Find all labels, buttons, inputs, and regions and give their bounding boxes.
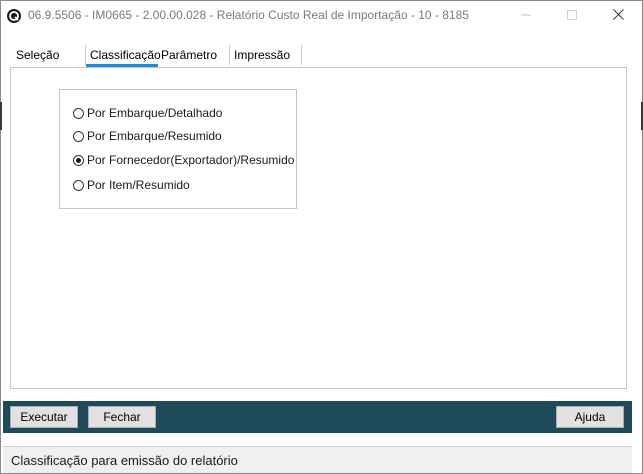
execute-button[interactable]: Executar [10,406,78,428]
radio-label: Por Embarque/Resumido [87,129,222,143]
tab-impressao[interactable]: Impressão [234,45,290,66]
tab-divider [229,45,230,65]
minimize-button[interactable] [503,1,549,31]
radio-button[interactable] [73,107,84,119]
tab-parametro[interactable]: Parâmetro [161,45,217,66]
tab-divider [301,45,302,65]
app-logo-icon [6,8,22,24]
help-button[interactable]: Ajuda [556,406,624,428]
title-bar[interactable]: 06.9.5506 - IM0665 - 2.00.00.028 - Relat… [1,1,642,31]
radio-button[interactable] [73,179,84,191]
status-bar: Classificação para emissão do relatório [3,446,632,473]
minimize-icon [521,7,531,25]
maximize-button[interactable] [549,1,595,31]
tab-divider [85,45,86,65]
radio-option-embarque-resumido[interactable]: Por Embarque/Resumido [73,127,222,145]
close-button[interactable] [595,1,641,31]
close-icon [612,7,624,25]
window-edge-marker [0,102,2,130]
radio-label: Por Fornecedor(Exportador)/Resumido [87,153,295,167]
status-text: Classificação para emissão do relatório [11,453,238,468]
maximize-icon [567,7,577,25]
radio-option-item-resumido[interactable]: Por Item/Resumido [73,176,190,194]
radio-option-embarque-detalhado[interactable]: Por Embarque/Detalhado [73,104,222,122]
radio-button-selected[interactable] [73,154,84,166]
dialog-window: 06.9.5506 - IM0665 - 2.00.00.028 - Relat… [0,0,643,474]
tab-classificacao[interactable]: Classificação [90,45,161,66]
tab-selecao[interactable]: Seleção [16,45,59,66]
close-dialog-button[interactable]: Fechar [88,406,156,428]
radio-label: Por Embarque/Detalhado [87,106,223,120]
window-title: 06.9.5506 - IM0665 - 2.00.00.028 - Relat… [28,8,469,22]
radio-label: Por Item/Resumido [87,178,190,192]
radio-option-fornecedor-resumido[interactable]: Por Fornecedor(Exportador)/Resumido [73,151,294,169]
radio-button[interactable] [73,130,84,142]
